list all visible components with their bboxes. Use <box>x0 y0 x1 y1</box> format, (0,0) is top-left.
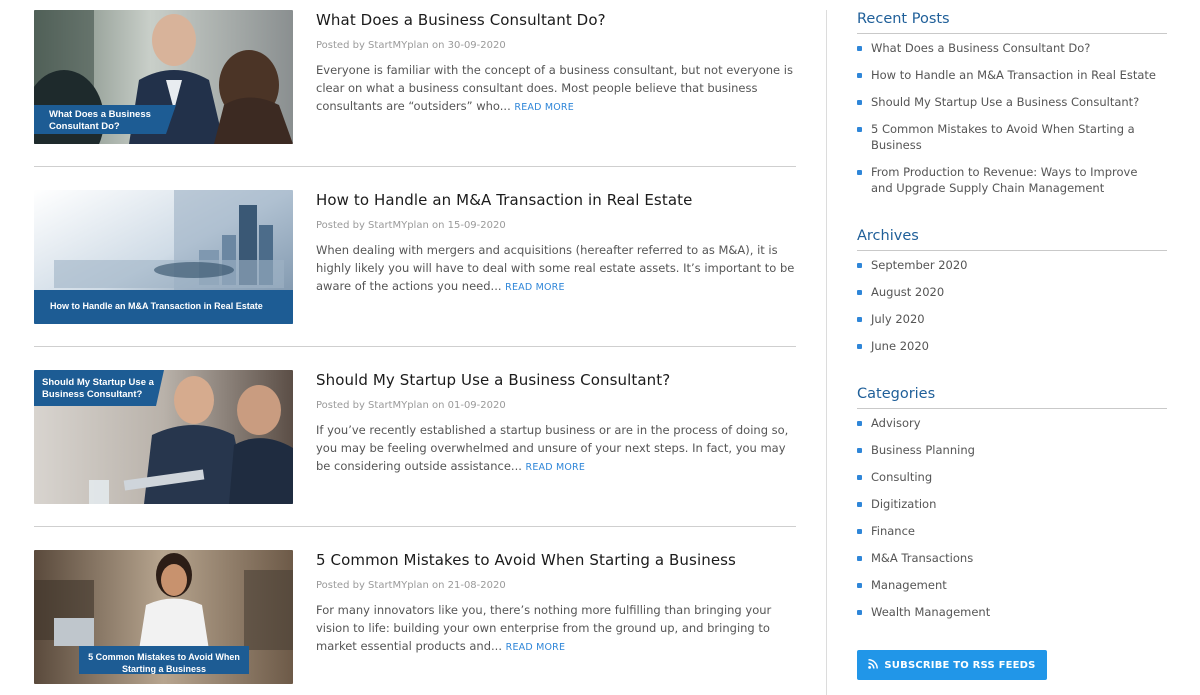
recent-post-label: How to Handle an M&A Transaction in Real… <box>871 68 1156 82</box>
post-item: 5 Common Mistakes to Avoid When Starting… <box>34 550 796 686</box>
post-thumbnail-caption: Should My Startup Use a Business Consult… <box>42 377 154 400</box>
post-thumbnail[interactable]: 5 Common Mistakes to Avoid When Starting… <box>34 550 293 684</box>
post-divider <box>34 166 796 167</box>
post-meta: Posted by StartMYplan on 21-08-2020 <box>316 580 506 591</box>
post-meta: Posted by StartMYplan on 30-09-2020 <box>316 40 506 51</box>
post-thumbnail[interactable]: Should My Startup Use a Business Consult… <box>34 370 293 504</box>
post-thumbnail-caption: What Does a Business Consultant Do? <box>49 109 151 132</box>
bullet-icon <box>857 317 862 322</box>
bullet-icon <box>857 263 862 268</box>
categories-widget: Categories Advisory Business Planning Co… <box>857 385 1167 631</box>
widget-title: Recent Posts <box>857 10 1167 34</box>
recent-post-label: From Production to Revenue: Ways to Impr… <box>871 165 1138 195</box>
archive-item[interactable]: August 2020 <box>857 284 1167 300</box>
read-more-link[interactable]: READ MORE <box>514 102 574 113</box>
recent-post-label: 5 Common Mistakes to Avoid When Starting… <box>871 122 1135 152</box>
post-excerpt: When dealing with mergers and acquisitio… <box>316 241 796 297</box>
category-item[interactable]: Advisory <box>857 415 1167 431</box>
post-item: How to Handle an M&A Transaction in Real… <box>34 190 796 326</box>
column-divider <box>826 10 827 695</box>
post-thumbnail[interactable]: How to Handle an M&A Transaction in Real… <box>34 190 293 324</box>
archives-widget: Archives September 2020 August 2020 July… <box>857 227 1167 365</box>
category-label: Management <box>871 578 947 592</box>
rss-icon <box>868 658 879 672</box>
post-title[interactable]: What Does a Business Consultant Do? <box>316 11 796 29</box>
recent-post-item[interactable]: What Does a Business Consultant Do? <box>857 40 1167 56</box>
bullet-icon <box>857 290 862 295</box>
recent-posts-widget: Recent Posts What Does a Business Consul… <box>857 10 1167 207</box>
recent-post-item[interactable]: Should My Startup Use a Business Consult… <box>857 94 1167 110</box>
bullet-icon <box>857 127 862 132</box>
category-item[interactable]: Management <box>857 577 1167 593</box>
categories-list: Advisory Business Planning Consulting Di… <box>857 415 1167 620</box>
archive-item[interactable]: September 2020 <box>857 257 1167 273</box>
read-more-link[interactable]: READ MORE <box>526 462 586 473</box>
post-excerpt: For many innovators like you, there’s no… <box>316 601 796 657</box>
bullet-icon <box>857 73 862 78</box>
category-label: Digitization <box>871 497 937 511</box>
category-item[interactable]: Business Planning <box>857 442 1167 458</box>
category-item[interactable]: M&A Transactions <box>857 550 1167 566</box>
bullet-icon <box>857 529 862 534</box>
bullet-icon <box>857 448 862 453</box>
post-body: Should My Startup Use a Business Consult… <box>316 370 796 477</box>
post-title[interactable]: How to Handle an M&A Transaction in Real… <box>316 191 796 209</box>
category-label: Business Planning <box>871 443 975 457</box>
archive-label: August 2020 <box>871 285 945 299</box>
archives-list: September 2020 August 2020 July 2020 Jun… <box>857 257 1167 354</box>
bullet-icon <box>857 46 862 51</box>
widget-title: Archives <box>857 227 1167 251</box>
bullet-icon <box>857 344 862 349</box>
post-thumbnail-caption: How to Handle an M&A Transaction in Real… <box>50 301 263 311</box>
bullet-icon <box>857 475 862 480</box>
archive-item[interactable]: June 2020 <box>857 338 1167 354</box>
post-item: Should My Startup Use a Business Consult… <box>34 370 796 506</box>
widget-title: Categories <box>857 385 1167 409</box>
post-title[interactable]: Should My Startup Use a Business Consult… <box>316 371 796 389</box>
category-label: Wealth Management <box>871 605 991 619</box>
category-label: Consulting <box>871 470 933 484</box>
category-item[interactable]: Consulting <box>857 469 1167 485</box>
category-item[interactable]: Digitization <box>857 496 1167 512</box>
recent-post-item[interactable]: 5 Common Mistakes to Avoid When Starting… <box>857 121 1147 153</box>
bullet-icon <box>857 170 862 175</box>
bullet-icon <box>857 421 862 426</box>
archive-label: June 2020 <box>871 339 929 353</box>
category-item[interactable]: Finance <box>857 523 1167 539</box>
post-item: What Does a Business Consultant Do? What… <box>34 10 796 146</box>
archive-label: July 2020 <box>871 312 925 326</box>
bullet-icon <box>857 502 862 507</box>
category-label: Advisory <box>871 416 921 430</box>
bullet-icon <box>857 556 862 561</box>
post-divider <box>34 346 796 347</box>
archive-item[interactable]: July 2020 <box>857 311 1167 327</box>
post-title[interactable]: 5 Common Mistakes to Avoid When Starting… <box>316 551 796 569</box>
recent-post-item[interactable]: From Production to Revenue: Ways to Impr… <box>857 164 1157 196</box>
recent-post-label: Should My Startup Use a Business Consult… <box>871 95 1140 109</box>
category-label: Finance <box>871 524 915 538</box>
subscribe-rss-label: SUBSCRIBE TO RSS FEEDS <box>884 659 1036 671</box>
subscribe-rss-button[interactable]: SUBSCRIBE TO RSS FEEDS <box>857 650 1047 680</box>
category-item[interactable]: Wealth Management <box>857 604 1167 620</box>
post-body: 5 Common Mistakes to Avoid When Starting… <box>316 550 796 657</box>
recent-posts-list: What Does a Business Consultant Do? How … <box>857 40 1167 196</box>
post-meta: Posted by StartMYplan on 15-09-2020 <box>316 220 506 231</box>
post-excerpt: If you’ve recently established a startup… <box>316 421 796 477</box>
read-more-link[interactable]: READ MORE <box>506 642 566 653</box>
bullet-icon <box>857 583 862 588</box>
post-meta: Posted by StartMYplan on 01-09-2020 <box>316 400 506 411</box>
post-divider <box>34 526 796 527</box>
category-label: M&A Transactions <box>871 551 974 565</box>
post-body: How to Handle an M&A Transaction in Real… <box>316 190 796 297</box>
recent-post-item[interactable]: How to Handle an M&A Transaction in Real… <box>857 67 1167 83</box>
post-excerpt: Everyone is familiar with the concept of… <box>316 61 796 117</box>
bullet-icon <box>857 100 862 105</box>
read-more-link[interactable]: READ MORE <box>505 282 565 293</box>
recent-post-label: What Does a Business Consultant Do? <box>871 41 1091 55</box>
post-body: What Does a Business Consultant Do? Post… <box>316 10 796 117</box>
post-thumbnail[interactable]: What Does a Business Consultant Do? <box>34 10 293 144</box>
archive-label: September 2020 <box>871 258 968 272</box>
post-thumbnail-caption: 5 Common Mistakes to Avoid When Starting… <box>88 652 240 674</box>
bullet-icon <box>857 610 862 615</box>
